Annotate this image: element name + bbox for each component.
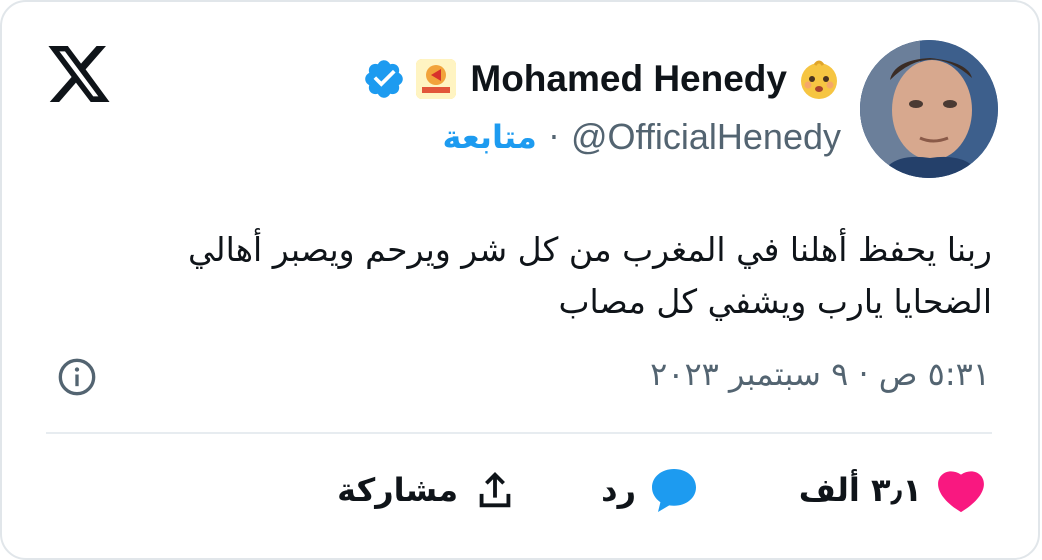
author-display-name[interactable]: Mohamed Henedy [470,58,787,100]
tweet-card: Mohamed Henedy @OfficialHenedy · متابعة … [0,0,1040,560]
affiliate-badge[interactable] [416,59,457,99]
x-logo-icon[interactable] [48,46,110,102]
info-icon[interactable] [57,357,97,397]
tweet-timestamp[interactable]: ٥:٣١ ص · ٩ سبتمبر ٢٠٢٣ [650,355,990,393]
share-label: مشاركة [337,471,458,509]
author-name-row: Mohamed Henedy [362,54,841,104]
reply-bubble-icon [652,469,696,512]
author-handle[interactable]: @OfficialHenedy [571,116,841,158]
like-count: ٣٫١ ألف [798,471,922,509]
like-button[interactable]: ٣٫١ ألف [799,464,986,516]
share-upload-icon [479,471,511,508]
baby-face-emoji-icon [801,60,837,99]
avatar[interactable] [860,40,998,178]
reply-label: رد [601,471,636,509]
heart-icon [938,471,984,513]
tweet-text-line: الضحايا يارب ويشفي كل مصاب [558,282,992,321]
reply-button[interactable]: رد [601,464,698,516]
separator-dot: · [548,118,559,156]
verified-badge-icon [365,60,404,98]
author-handle-row: @OfficialHenedy · متابعة [442,114,841,160]
divider [46,432,992,434]
tweet-text-line: ربنا يحفظ أهلنا في المغرب من كل شر ويرحم… [188,230,992,269]
tweet-text: ربنا يحفظ أهلنا في المغرب من كل شر ويرحم… [112,224,992,328]
follow-button[interactable]: متابعة [442,118,536,156]
share-button[interactable]: مشاركة [337,464,518,516]
